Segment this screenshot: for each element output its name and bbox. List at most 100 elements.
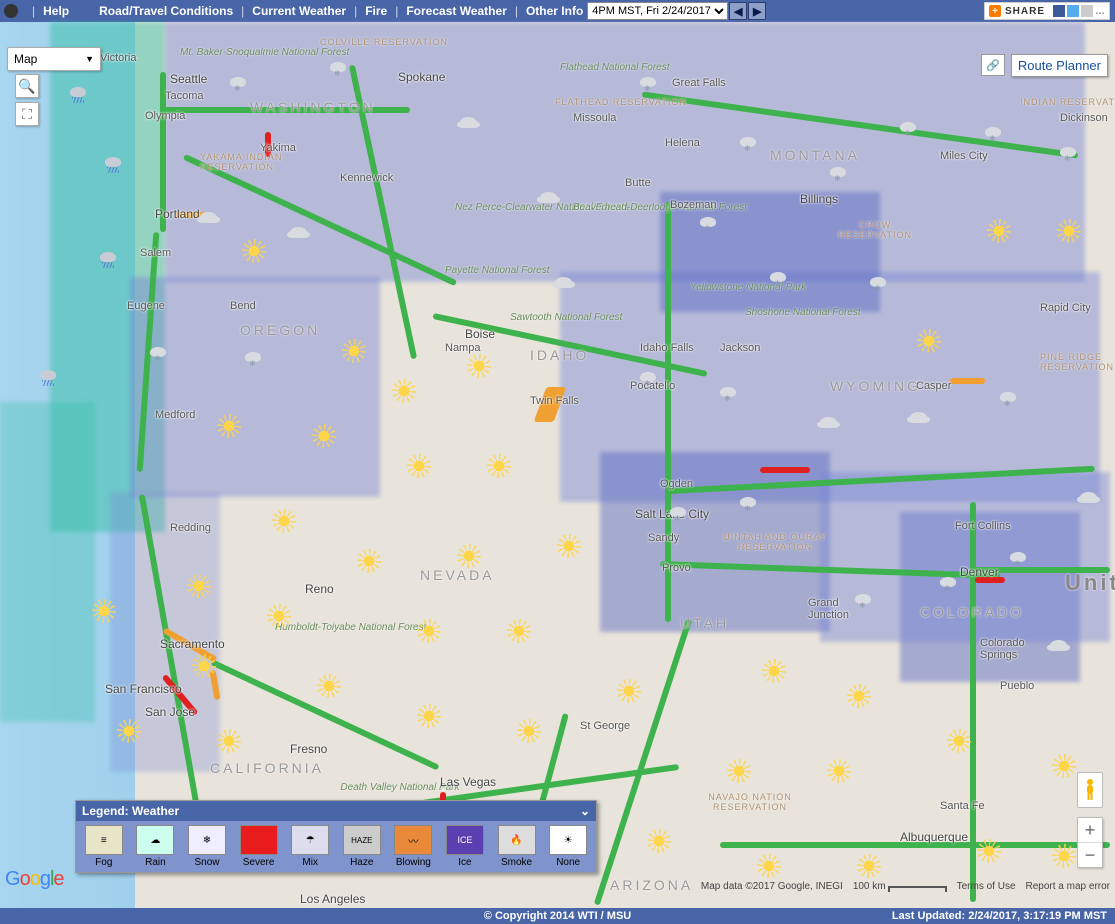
legend-item-none[interactable]: ☀None [544, 825, 592, 868]
city-label: Bend [230, 300, 256, 312]
report-error-link[interactable]: Report a map error [1026, 881, 1110, 892]
permalink-button[interactable]: 🔗 [981, 54, 1005, 76]
legend-item-smoke[interactable]: 🔥Smoke [493, 825, 541, 868]
rain-icon [105, 157, 121, 167]
cloud-icon [555, 277, 572, 288]
route-planner-button[interactable]: Route Planner [1011, 54, 1108, 77]
map-type-label: Map [14, 52, 37, 66]
zoom-out-button[interactable]: − [1078, 843, 1102, 867]
zoom-in-button[interactable]: + [1078, 818, 1102, 843]
city-label: Sandy [648, 532, 679, 544]
state-label: WYOMING [830, 378, 921, 394]
state-label: OREGON [240, 322, 320, 338]
legend-item-blowing[interactable]: 〰Blowing [390, 825, 438, 868]
city-label: Boise [465, 327, 495, 341]
sun-icon [520, 722, 538, 740]
city-label: Yakima [260, 142, 296, 154]
time-prev-button[interactable]: ◀ [729, 2, 747, 20]
time-select[interactable]: 4PM MST, Fri 2/24/2017 [587, 2, 728, 20]
sun-icon [275, 512, 293, 530]
state-label: MONTANA [770, 147, 860, 163]
city-label: Olympia [145, 110, 185, 122]
snow-icon [740, 497, 756, 507]
sun-icon [860, 857, 878, 875]
zoom-control: + − [1077, 817, 1103, 868]
weather-overlay [0, 402, 95, 722]
map-attribution: Map data ©2017 Google, INEGI 100 km Term… [701, 881, 1110, 892]
city-label: Bozeman [670, 199, 716, 211]
city-label: Los Angeles [300, 892, 365, 906]
reservation-label: INDIAN RESERVATION [1020, 97, 1115, 107]
snow-icon [855, 594, 871, 604]
email-icon[interactable] [1081, 5, 1093, 17]
snow-icon [870, 277, 886, 287]
state-label: CALIFORNIA [210, 760, 324, 776]
road-conditions-link[interactable]: Road/Travel Conditions [99, 4, 233, 18]
map-canvas[interactable]: WASHINGTON OREGON IDAHO MONTANA WYOMING … [0, 22, 1115, 908]
legend-item-severe[interactable]: Severe [235, 825, 283, 868]
legend-panel: Legend: Weather ⌄ ≡Fog ☁Rain ❄Snow Sever… [75, 800, 597, 873]
city-label: Sacramento [160, 637, 225, 651]
city-label: Denver [960, 565, 999, 579]
city-label: Seattle [170, 72, 207, 86]
road-segment [665, 202, 671, 622]
sun-icon [760, 857, 778, 875]
zoom-rect-button[interactable]: 🔍 [15, 74, 39, 98]
snow-icon [245, 352, 261, 362]
legend-item-rain[interactable]: ☁Rain [132, 825, 180, 868]
snow-icon [1000, 392, 1016, 402]
rain-icon [40, 370, 56, 380]
legend-item-ice[interactable]: ICEIce [441, 825, 489, 868]
sun-icon [190, 577, 208, 595]
terms-link[interactable]: Terms of Use [957, 881, 1016, 892]
sun-icon [195, 657, 213, 675]
legend-item-mix[interactable]: ☂Mix [286, 825, 334, 868]
city-label: Reno [305, 582, 334, 596]
forest-label: Flathead National Forest [560, 62, 670, 73]
road-segment-orange [950, 378, 985, 384]
city-label: Helena [665, 137, 700, 149]
sun-icon [395, 382, 413, 400]
city-label: Idaho Falls [640, 342, 694, 354]
share-more-icon[interactable]: … [1095, 6, 1105, 17]
cloud-icon [1050, 640, 1067, 651]
legend-titlebar: Legend: Weather ⌄ [76, 801, 596, 821]
forest-label: Humboldt-Toiyabe National Forest [275, 622, 395, 633]
legend-item-snow[interactable]: ❄Snow [183, 825, 231, 868]
fullscreen-button[interactable]: ⛶ [15, 102, 39, 126]
snow-icon [940, 577, 956, 587]
reservation-label: NAVAJO NATION RESERVATION [690, 792, 810, 812]
share-widget[interactable]: + SHARE … [984, 2, 1110, 20]
state-label: COLORADO [920, 604, 1024, 620]
rain-icon [100, 252, 116, 262]
fire-link[interactable]: Fire [365, 4, 387, 18]
forest-label: Nez Perce-Clearwater National Forests [455, 202, 565, 213]
city-label: Provo [662, 562, 691, 574]
snow-icon [700, 217, 716, 227]
cloud-icon [200, 212, 217, 223]
forest-label: Yellowstone National Park [690, 282, 780, 293]
city-label: Kennewick [340, 172, 393, 184]
cloud-icon [1080, 492, 1097, 503]
legend-item-fog[interactable]: ≡Fog [80, 825, 128, 868]
legend-item-haze[interactable]: HAZEHaze [338, 825, 386, 868]
facebook-icon[interactable] [1053, 5, 1065, 17]
mapdata-text: Map data ©2017 Google, INEGI [701, 881, 843, 892]
streetview-pegman[interactable] [1077, 772, 1103, 808]
time-next-button[interactable]: ▶ [748, 2, 766, 20]
sun-icon [650, 832, 668, 850]
sun-icon [420, 622, 438, 640]
legend-collapse-button[interactable]: ⌄ [580, 804, 590, 818]
snow-icon [640, 77, 656, 87]
other-info-link[interactable]: Other Info [526, 4, 583, 18]
chevron-down-icon: ▼ [85, 54, 94, 64]
map-type-selector[interactable]: Map ▼ [7, 47, 101, 71]
city-label: Fort Collins [955, 520, 1011, 532]
help-link[interactable]: Help [43, 4, 69, 18]
twitter-icon[interactable] [1067, 5, 1079, 17]
current-weather-link[interactable]: Current Weather [252, 4, 346, 18]
forecast-weather-link[interactable]: Forecast Weather [406, 4, 506, 18]
cloud-icon [290, 227, 307, 238]
snow-icon [230, 77, 246, 87]
snow-icon [150, 347, 166, 357]
